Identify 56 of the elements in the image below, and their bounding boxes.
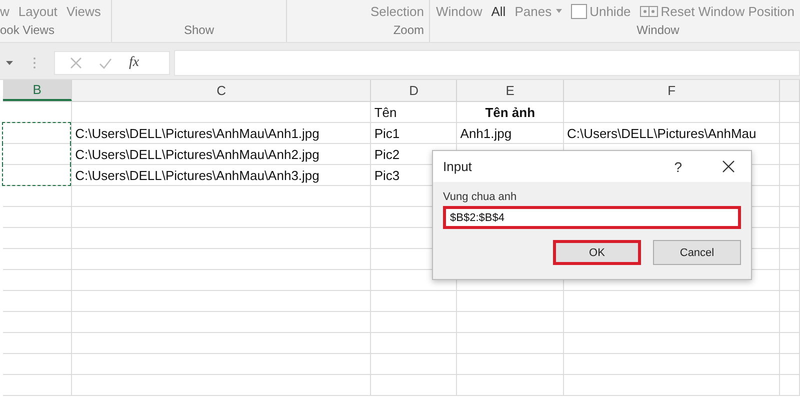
table-cell: [3, 375, 72, 396]
table-cell: [3, 270, 72, 291]
caret-icon: [556, 9, 562, 13]
column-header[interactable]: B: [3, 80, 72, 101]
prompt-label: Vung chua anh: [443, 191, 518, 203]
check-icon[interactable]: [99, 58, 112, 68]
table-cell: [3, 249, 72, 270]
table-cell: C:\Users\DELL\Pictures\AnhMau\Anh2.jpg: [72, 144, 372, 165]
table-cell: [780, 144, 800, 165]
group-label: Show: [184, 23, 214, 37]
group-label: Window: [636, 23, 680, 37]
dialog-button[interactable]: OK: [553, 240, 641, 265]
table-cell: [780, 249, 800, 270]
table-cell: [780, 312, 800, 333]
group-label: Zoom: [393, 23, 424, 37]
close-icon[interactable]: [722, 160, 735, 173]
table-cell: C:\Users\DELL\Pictures\AnhMau: [564, 123, 780, 144]
windows-icon: [640, 6, 658, 16]
table-cell: [3, 207, 72, 228]
caret-icon[interactable]: [6, 61, 13, 65]
column-header[interactable]: C: [72, 80, 372, 101]
grip-icon: [33, 57, 36, 69]
ribbon-checkbox[interactable]: [570, 4, 587, 18]
ribbon-label[interactable]: All: [491, 4, 506, 18]
checkbox-label: Unhide: [590, 4, 631, 18]
insert-function-button[interactable]: fx: [129, 55, 140, 71]
cancel-icon[interactable]: [70, 57, 82, 69]
table-cell: [3, 354, 72, 375]
table-cell: [780, 375, 800, 396]
table-cell: [780, 354, 800, 375]
group-label: ook Views: [0, 23, 54, 37]
table-cell: C:\Users\DELL\Pictures\AnhMau\Anh3.jpg: [72, 165, 372, 186]
column-header[interactable]: F: [564, 80, 780, 101]
column-header[interactable]: E: [457, 80, 564, 101]
table-cell: Pic1: [371, 123, 458, 144]
help-button[interactable]: ?: [674, 158, 682, 174]
table-cell: [3, 312, 72, 333]
table-cell: [3, 291, 72, 312]
table-cell: [780, 123, 800, 144]
formula-input[interactable]: [174, 50, 800, 76]
table-cell: [780, 207, 800, 228]
table-cell: Tên ảnh: [457, 102, 564, 123]
table-cell: [3, 333, 72, 354]
table-cell: Tên: [371, 102, 458, 123]
table-cell: [780, 333, 800, 354]
table-cell: [780, 291, 800, 312]
column-header[interactable]: D: [371, 80, 458, 101]
table-cell: [780, 186, 800, 207]
input-field[interactable]: $B$2:$B$4: [443, 206, 741, 229]
table-cell: [780, 270, 800, 291]
table-cell: [3, 228, 72, 249]
table-cell: [780, 228, 800, 249]
table-cell: [780, 165, 800, 186]
table-cell: Anh1.jpg: [457, 123, 564, 144]
dialog-button[interactable]: Cancel: [653, 240, 741, 265]
table-cell: C:\Users\DELL\Pictures\AnhMau\Anh1.jpg: [72, 123, 372, 144]
